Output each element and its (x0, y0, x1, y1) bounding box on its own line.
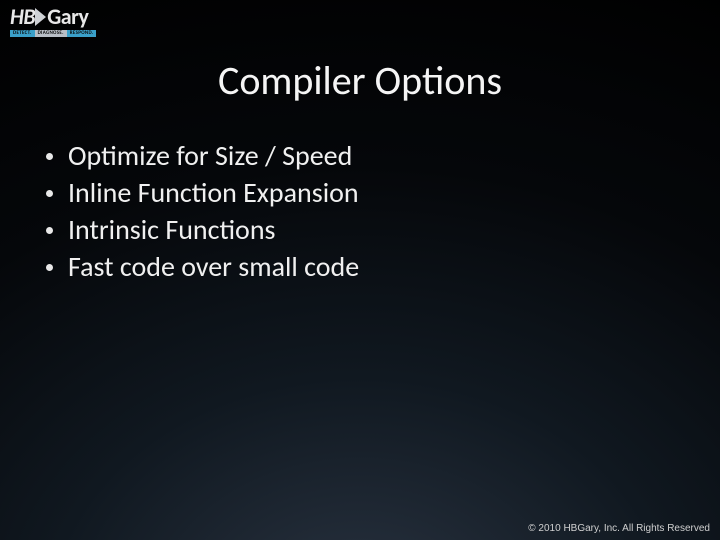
tagline-detect: DETECT. (10, 30, 35, 37)
list-item: Intrinsic Functions (40, 212, 359, 249)
logo-gary: Gary (47, 6, 88, 28)
logo-hb: HB (10, 6, 35, 28)
arrow-right-icon (35, 8, 46, 26)
logo-tagline: DETECT. DIAGNOSE. RESPOND. (10, 30, 96, 37)
tagline-respond: RESPOND. (67, 30, 97, 37)
logo-wordmark: HB Gary (10, 6, 88, 28)
logo: HB Gary DETECT. DIAGNOSE. RESPOND. (10, 6, 96, 37)
list-item: Fast code over small code (40, 249, 359, 286)
tagline-diagnose: DIAGNOSE. (35, 30, 67, 37)
bullet-list: Optimize for Size / Speed Inline Functio… (40, 138, 359, 286)
list-item: Optimize for Size / Speed (40, 138, 359, 175)
list-item: Inline Function Expansion (40, 175, 359, 212)
slide-title: Compiler Options (0, 56, 720, 105)
copyright-footer: © 2010 HBGary, Inc. All Rights Reserved (528, 523, 710, 534)
